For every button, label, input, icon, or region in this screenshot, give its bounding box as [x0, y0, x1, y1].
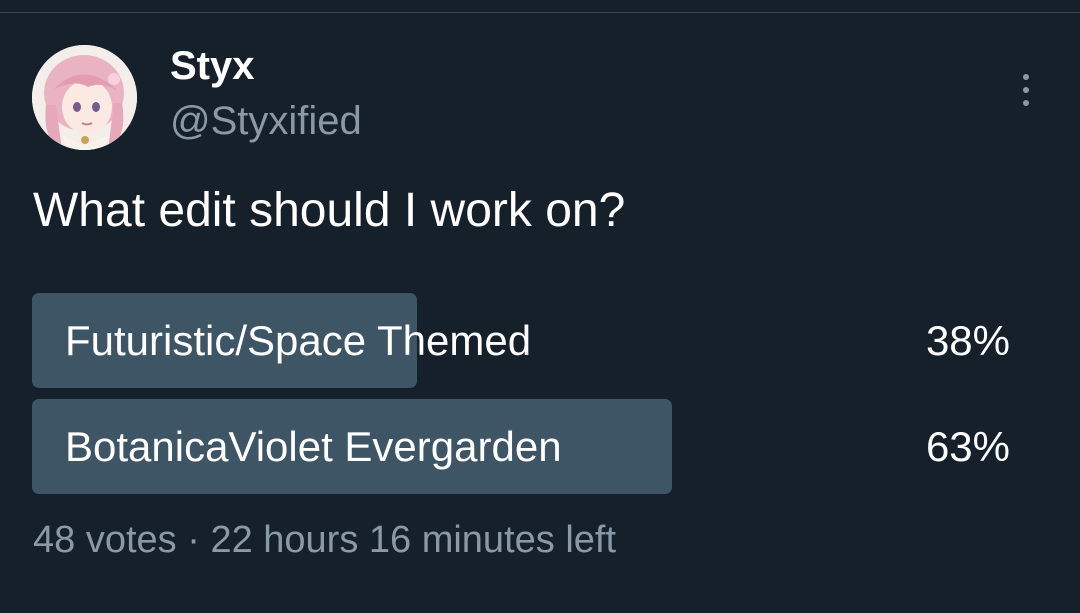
poll-option-label: BotanicaViolet Evergarden	[65, 423, 562, 470]
poll-time-left: 22 hours 16 minutes left	[210, 519, 617, 561]
more-vertical-icon-dot	[1023, 87, 1029, 93]
poll-option[interactable]: BotanicaViolet Evergarden 63%	[32, 399, 1032, 494]
poll-option-percent: 63%	[925, 423, 1010, 470]
poll-option[interactable]: Futuristic/Space Themed 38%	[32, 293, 1032, 388]
poll-option-label: Futuristic/Space Themed	[65, 317, 532, 364]
more-vertical-icon-dot	[1023, 100, 1029, 106]
meta-separator: ·	[187, 519, 200, 561]
display-name[interactable]: Styx	[170, 42, 255, 90]
anime-character-avatar-icon	[32, 45, 137, 150]
avatar[interactable]	[32, 45, 137, 150]
more-vertical-icon	[1023, 74, 1029, 80]
top-divider	[0, 12, 1080, 13]
tweet-text: What edit should I work on?	[33, 184, 626, 237]
more-options-button[interactable]	[1008, 70, 1044, 110]
user-handle[interactable]: @Styxified	[170, 96, 362, 146]
poll-meta: 48 votes · 22 hours 16 minutes left	[33, 515, 616, 565]
poll-option-percent: 38%	[925, 317, 1010, 364]
poll-vote-count: 48 votes	[33, 519, 177, 561]
